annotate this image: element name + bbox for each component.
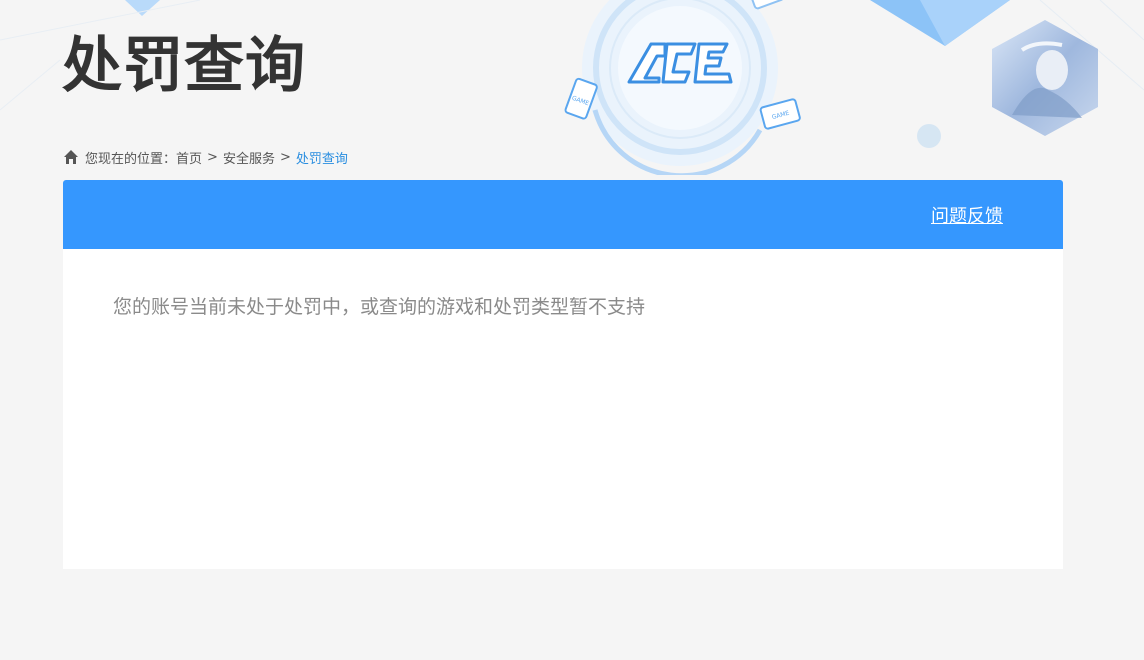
home-icon[interactable] [63, 149, 79, 165]
ace-logo: GAME GAME [564, 0, 801, 175]
result-message: 您的账号当前未处于处罚中，或查询的游戏和处罚类型暂不支持 [113, 296, 646, 318]
page: 处罚查询 GAME GAME 您现在的位置： 首页 > 安全服务 > 处罚查询 … [0, 0, 1144, 660]
card-body: 您的账号当前未处于处罚中，或查询的游戏和处罚类型暂不支持 [63, 249, 1063, 319]
breadcrumb-separator: > [279, 149, 291, 165]
card-header: 问题反馈 [63, 180, 1063, 249]
breadcrumb: 您现在的位置： 首页 > 安全服务 > 处罚查询 [63, 147, 348, 167]
breadcrumb-prefix: 您现在的位置： [85, 151, 177, 167]
feedback-link[interactable]: 问题反馈 [931, 202, 1003, 228]
breadcrumb-current[interactable]: 处罚查询 [296, 148, 348, 167]
character-avatar [992, 20, 1098, 136]
result-card: 问题反馈 您的账号当前未处于处罚中，或查询的游戏和处罚类型暂不支持 [63, 180, 1063, 569]
page-title: 处罚查询 [62, 31, 306, 101]
breadcrumb-security-link[interactable]: 安全服务 [223, 148, 275, 167]
breadcrumb-home-link[interactable]: 首页 [176, 148, 202, 167]
breadcrumb-separator: > [207, 149, 218, 165]
